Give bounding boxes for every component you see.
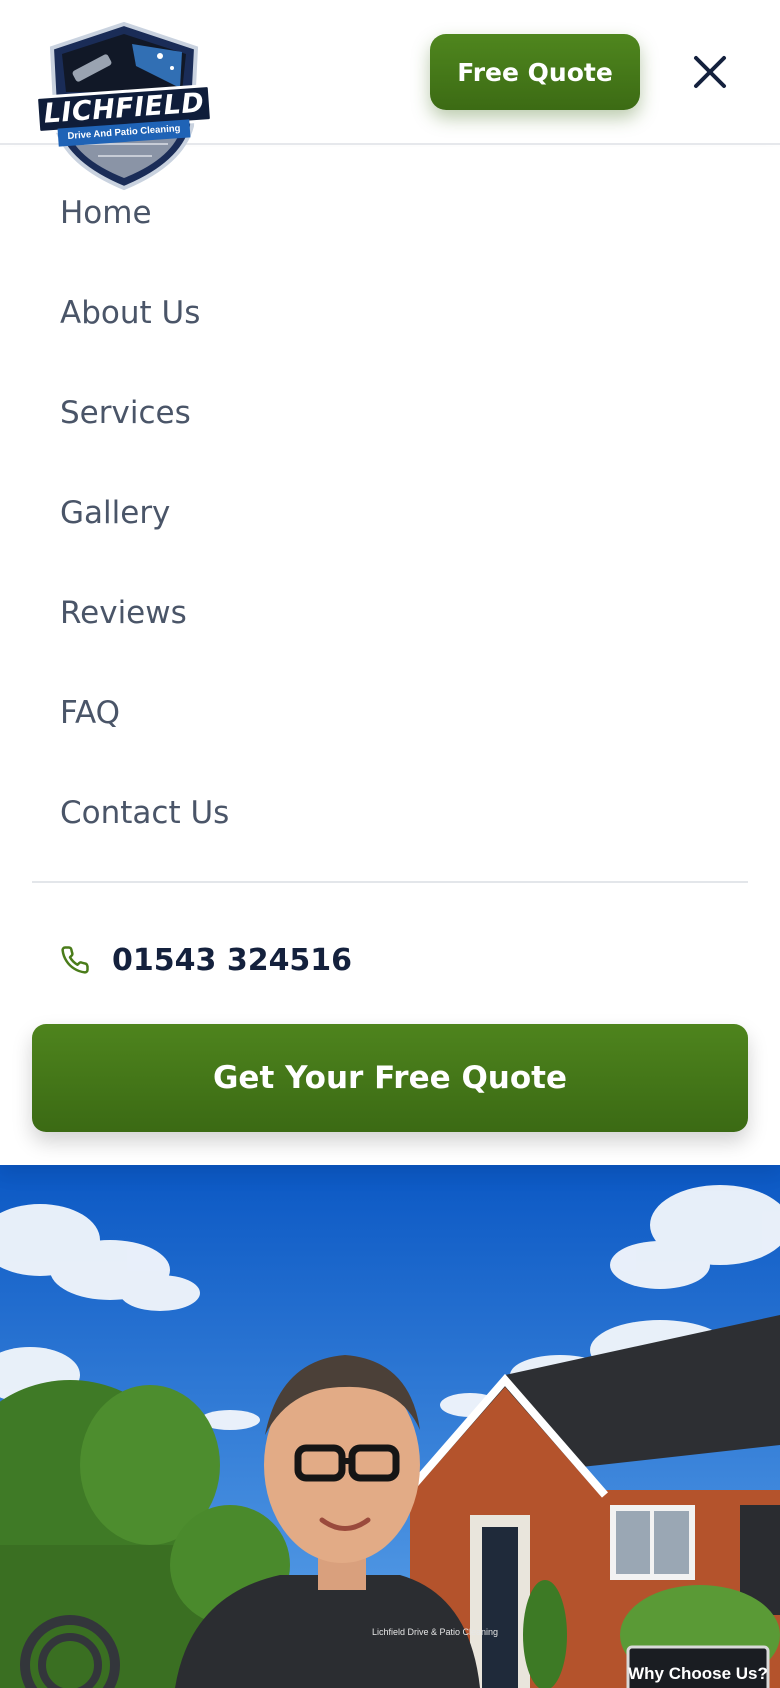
menu-item-home[interactable]: Home <box>60 183 720 243</box>
mobile-menu: Home About Us Services Gallery Reviews F… <box>0 147 780 1165</box>
site-logo[interactable]: LICHFIELD Drive And Patio Cleaning <box>32 22 216 192</box>
free-quote-button[interactable]: Free Quote <box>430 34 640 110</box>
get-free-quote-button[interactable]: Get Your Free Quote <box>32 1024 748 1132</box>
close-icon <box>694 56 726 88</box>
hero-image: Why Choose Us? Lichfield Drive & Patio C… <box>0 1165 780 1688</box>
phone-icon <box>60 944 92 976</box>
phone-number: 01543 324516 <box>112 942 353 978</box>
hero-illustration: Why Choose Us? Lichfield Drive & Patio C… <box>0 1165 780 1688</box>
menu-divider <box>32 881 748 883</box>
menu-item-reviews[interactable]: Reviews <box>60 583 720 643</box>
menu-item-contact-us[interactable]: Contact Us <box>60 783 720 843</box>
menu-item-about-us[interactable]: About Us <box>60 283 720 343</box>
shirt-text: Lichfield Drive & Patio Cleaning <box>372 1627 498 1637</box>
menu-item-faq[interactable]: FAQ <box>60 683 720 743</box>
close-menu-button[interactable] <box>686 48 734 96</box>
sign-text: Why Choose Us? <box>628 1664 768 1683</box>
why-choose-us-sign: Why Choose Us? <box>626 1645 770 1688</box>
menu-item-services[interactable]: Services <box>60 383 720 443</box>
phone-link[interactable]: 01543 324516 <box>60 932 460 988</box>
menu-item-gallery[interactable]: Gallery <box>60 483 720 543</box>
